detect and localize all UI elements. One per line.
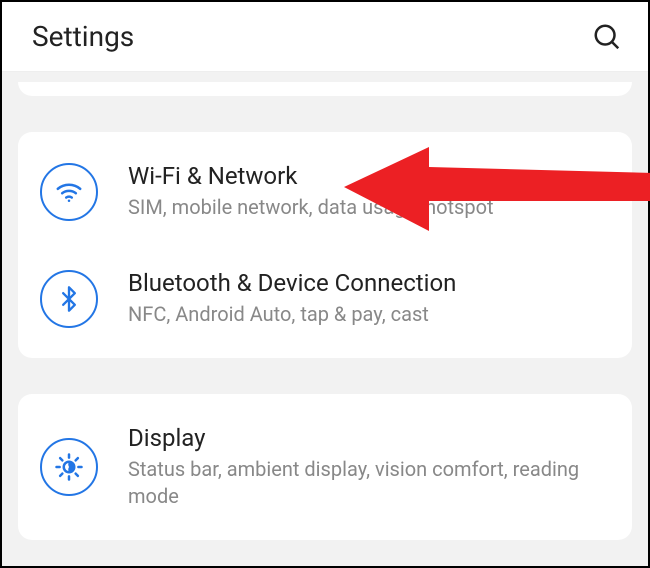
row-text: Wi-Fi & Network SIM, mobile network, dat… [128, 162, 610, 221]
partial-card-above [18, 82, 632, 96]
bluetooth-icon [55, 285, 83, 313]
wifi-icon [54, 177, 84, 207]
search-icon [592, 22, 622, 52]
settings-group-display: Display Status bar, ambient display, vis… [18, 394, 632, 540]
brightness-icon [54, 452, 84, 482]
row-title: Wi-Fi & Network [128, 162, 610, 190]
app-header: Settings [2, 2, 648, 72]
icon-circle [40, 163, 98, 221]
settings-item-wifi-network[interactable]: Wi-Fi & Network SIM, mobile network, dat… [18, 138, 632, 245]
row-text: Display Status bar, ambient display, vis… [128, 424, 610, 510]
row-title: Display [128, 424, 610, 452]
row-subtitle: NFC, Android Auto, tap & pay, cast [128, 301, 610, 328]
row-subtitle: Status bar, ambient display, vision comf… [128, 456, 610, 510]
page-title: Settings [32, 20, 134, 53]
settings-item-bluetooth[interactable]: Bluetooth & Device Connection NFC, Andro… [18, 245, 632, 352]
row-title: Bluetooth & Device Connection [128, 269, 610, 297]
settings-group-connectivity: Wi-Fi & Network SIM, mobile network, dat… [18, 132, 632, 358]
row-subtitle: SIM, mobile network, data usage, hotspot [128, 194, 610, 221]
icon-circle [40, 270, 98, 328]
row-text: Bluetooth & Device Connection NFC, Andro… [128, 269, 610, 328]
settings-content: Wi-Fi & Network SIM, mobile network, dat… [2, 72, 648, 550]
settings-item-display[interactable]: Display Status bar, ambient display, vis… [18, 400, 632, 534]
icon-circle [40, 438, 98, 496]
search-button[interactable] [590, 20, 624, 54]
